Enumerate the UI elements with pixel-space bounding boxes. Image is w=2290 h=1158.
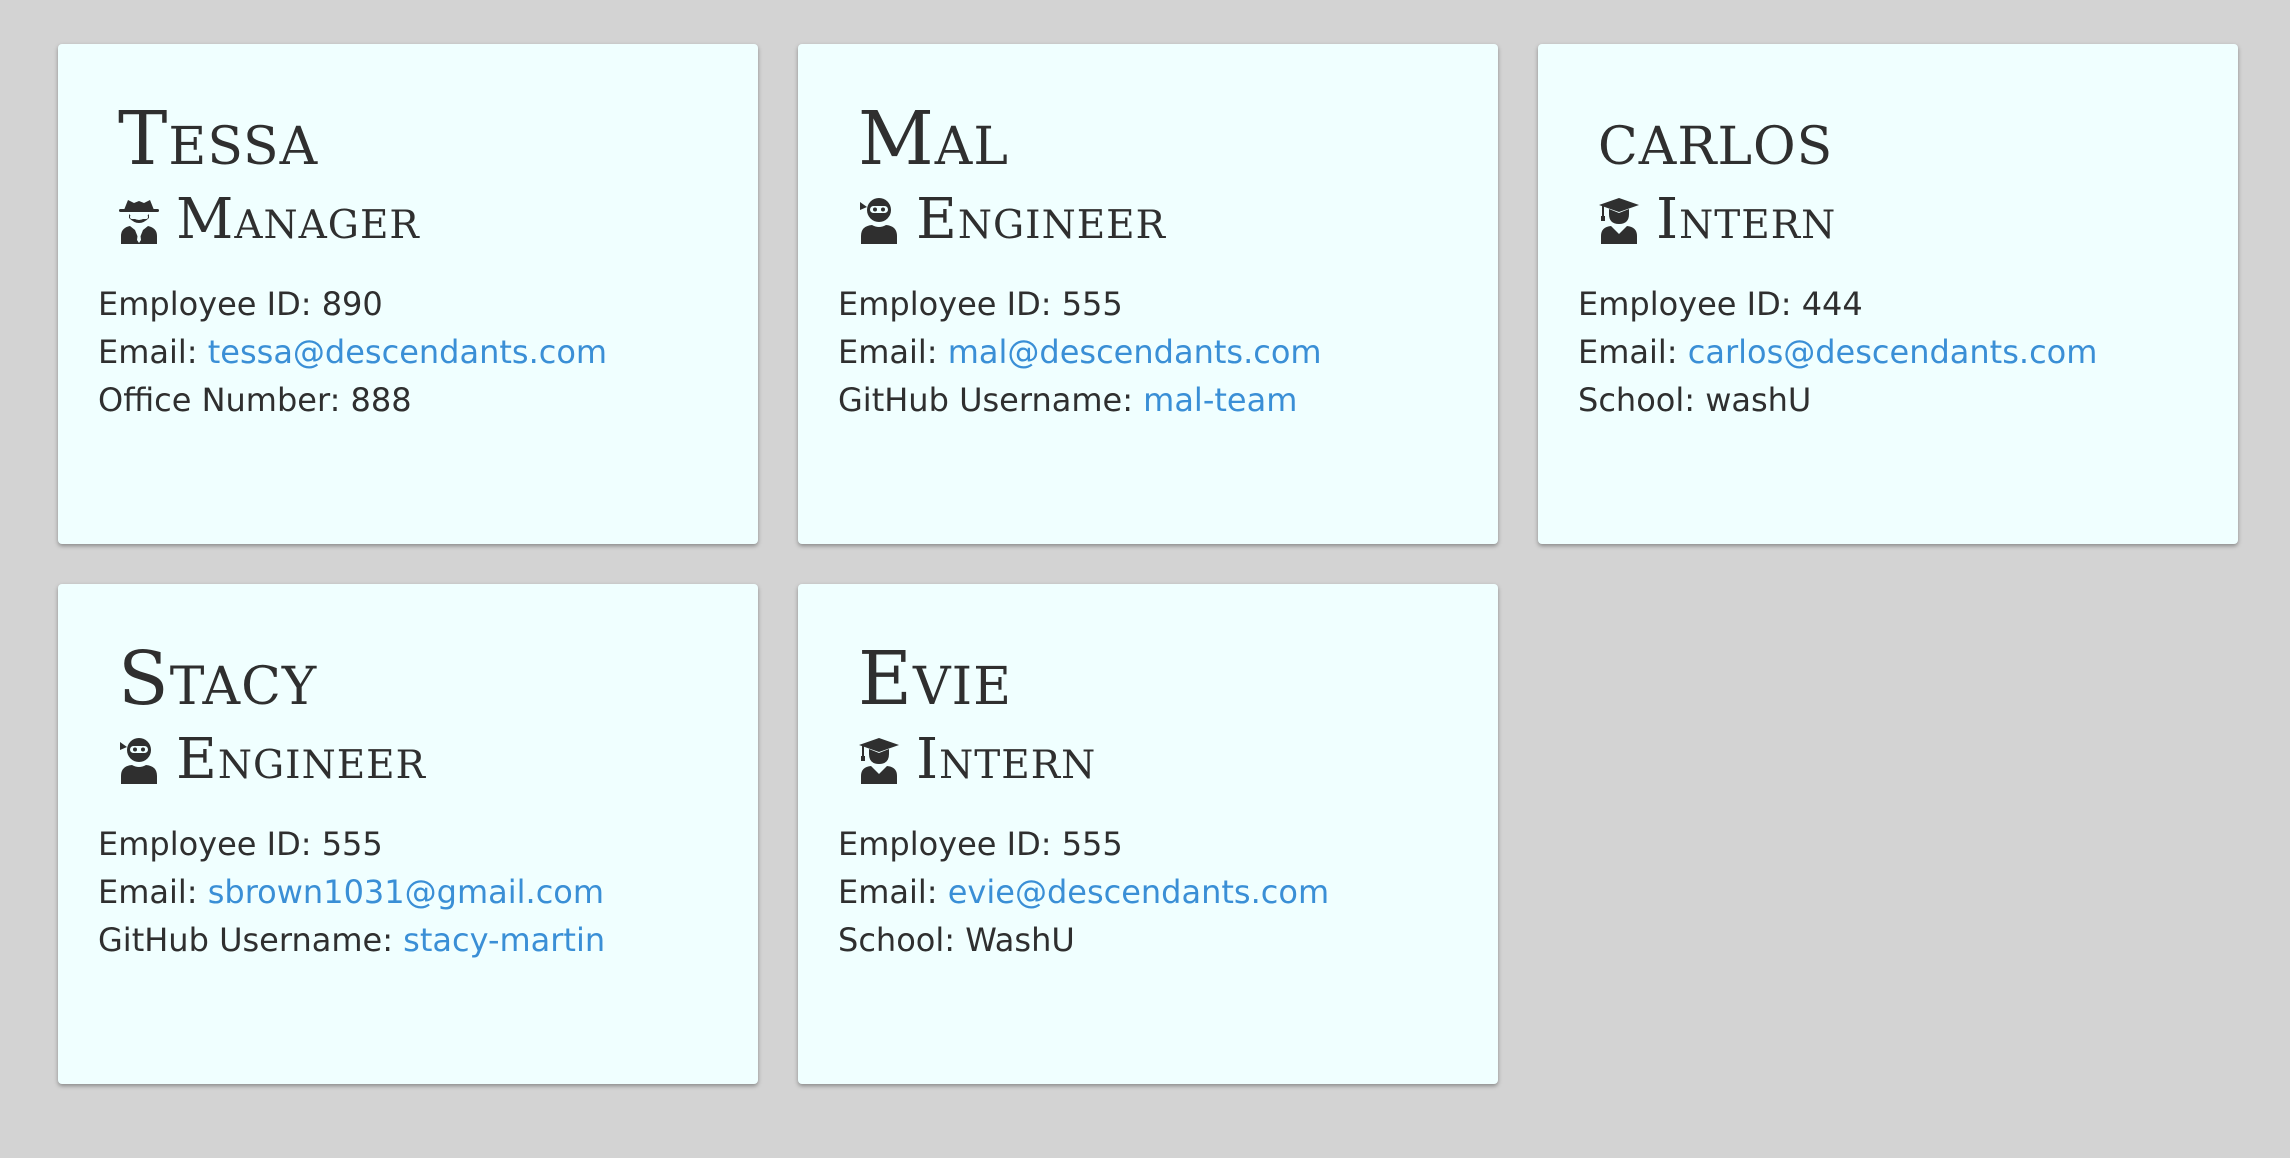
email-line: Email: tessa@descendants.com (98, 328, 607, 376)
employee-id-line: Employee ID: 555 (838, 820, 1329, 868)
employee-id-line: Employee ID: 555 (838, 280, 1322, 328)
github-link[interactable]: mal-team (1143, 381, 1297, 419)
employee-id-value: 555 (1061, 825, 1123, 863)
role-title: Engineer (176, 727, 426, 792)
employee-card-carlos: carlos Intern Employee ID: 444 Email: ca… (1538, 44, 2238, 544)
employee-id-line: Employee ID: 555 (98, 820, 605, 868)
employee-id-label: Employee ID: (838, 285, 1062, 323)
employee-role: Engineer (858, 192, 1166, 248)
employee-name: Mal (858, 96, 1009, 182)
github-line: GitHub Username: mal-team (838, 376, 1322, 424)
employee-id-label: Employee ID: (838, 825, 1062, 863)
email-link[interactable]: evie@descendants.com (948, 873, 1329, 911)
employee-name: Tessa (118, 96, 319, 182)
email-line: Email: evie@descendants.com (838, 868, 1329, 916)
office-number-label: Office Number: (98, 381, 351, 419)
employee-role: Engineer (118, 732, 426, 788)
role-title: Intern (1656, 187, 1837, 252)
role-title: Manager (176, 187, 420, 252)
email-label: Email: (98, 333, 208, 371)
office-number-value: 888 (350, 381, 412, 419)
employee-info: Employee ID: 444 Email: carlos@descendan… (1578, 280, 2097, 424)
github-label: GitHub Username: (838, 381, 1144, 419)
school-line: School: washU (1578, 376, 2097, 424)
employee-card-stacy: Stacy Engineer Employee ID: 555 Email: s… (58, 584, 758, 1084)
github-link[interactable]: stacy-martin (403, 921, 605, 959)
email-line: Email: mal@descendants.com (838, 328, 1322, 376)
user-graduate-icon (1598, 196, 1640, 244)
employee-id-label: Employee ID: (1578, 285, 1802, 323)
school-label: School: (1578, 381, 1706, 419)
role-title: Engineer (916, 187, 1166, 252)
employee-info: Employee ID: 555 Email: sbrown1031@gmail… (98, 820, 605, 964)
school-value: WashU (965, 921, 1075, 959)
email-label: Email: (838, 873, 948, 911)
email-link[interactable]: carlos@descendants.com (1688, 333, 2098, 371)
employee-card-mal: Mal Engineer Employee ID: 555 Email: mal… (798, 44, 1498, 544)
github-label: GitHub Username: (98, 921, 404, 959)
employee-id-value: 555 (321, 825, 383, 863)
office-number-line: Office Number: 888 (98, 376, 607, 424)
employee-role: Manager (118, 192, 420, 248)
employee-id-value: 444 (1801, 285, 1863, 323)
employee-id-value: 555 (1061, 285, 1123, 323)
user-ninja-icon (858, 196, 900, 244)
email-label: Email: (1578, 333, 1688, 371)
user-ninja-icon (118, 736, 160, 784)
employee-card-tessa: Tessa Manager Employee ID: 890 Email: te… (58, 44, 758, 544)
employee-card-evie: Evie Intern Employee ID: 555 Email: evie… (798, 584, 1498, 1084)
employee-role: Intern (858, 732, 1096, 788)
employee-info: Employee ID: 555 Email: evie@descendants… (838, 820, 1329, 964)
employee-name: Stacy (118, 636, 318, 722)
email-line: Email: carlos@descendants.com (1578, 328, 2097, 376)
user-graduate-icon (858, 736, 900, 784)
school-label: School: (838, 921, 966, 959)
employee-name: carlos (1598, 96, 1834, 182)
employee-info: Employee ID: 555 Email: mal@descendants.… (838, 280, 1322, 424)
school-line: School: WashU (838, 916, 1329, 964)
email-line: Email: sbrown1031@gmail.com (98, 868, 605, 916)
employee-id-value: 890 (321, 285, 383, 323)
employee-card-grid: Tessa Manager Employee ID: 890 Email: te… (0, 0, 2290, 1158)
github-line: GitHub Username: stacy-martin (98, 916, 605, 964)
email-link[interactable]: sbrown1031@gmail.com (208, 873, 604, 911)
role-title: Intern (916, 727, 1097, 792)
email-link[interactable]: tessa@descendants.com (208, 333, 607, 371)
employee-id-line: Employee ID: 890 (98, 280, 607, 328)
school-value: washU (1705, 381, 1812, 419)
email-label: Email: (98, 873, 208, 911)
employee-id-label: Employee ID: (98, 825, 322, 863)
email-label: Email: (838, 333, 948, 371)
user-secret-icon (118, 196, 160, 244)
employee-role: Intern (1598, 192, 1836, 248)
email-link[interactable]: mal@descendants.com (948, 333, 1322, 371)
employee-info: Employee ID: 890 Email: tessa@descendant… (98, 280, 607, 424)
employee-id-label: Employee ID: (98, 285, 322, 323)
employee-name: Evie (858, 636, 1013, 722)
employee-id-line: Employee ID: 444 (1578, 280, 2097, 328)
